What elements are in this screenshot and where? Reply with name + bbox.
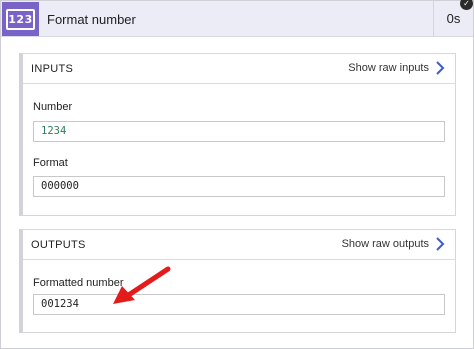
number-label: Number (33, 101, 73, 113)
annotation-arrow-icon (113, 266, 171, 304)
formatted-number-label: Formatted number (33, 277, 124, 289)
formatted-number-value: 001234 (33, 294, 445, 315)
outputs-title: OUTPUTS (31, 239, 86, 251)
chevron-right-icon (436, 61, 445, 75)
show-raw-inputs-label: Show raw inputs (348, 62, 429, 74)
format-value: 000000 (33, 176, 445, 197)
outputs-header: OUTPUTS Show raw outputs (23, 230, 455, 260)
inputs-section: INPUTS Show raw inputs Number 1234 Forma… (19, 53, 456, 216)
show-raw-inputs-link[interactable]: Show raw inputs (348, 61, 445, 75)
show-raw-outputs-label: Show raw outputs (341, 238, 429, 250)
chevron-right-icon (436, 237, 445, 251)
inputs-title: INPUTS (31, 63, 74, 75)
action-card: 123 Format number 0s ✓ INPUTS Show raw i… (0, 0, 474, 349)
number-value: 1234 (33, 121, 445, 142)
action-header[interactable]: 123 Format number 0s (1, 1, 473, 37)
icon-text: 123 (6, 8, 35, 30)
format-number-icon: 123 (2, 2, 39, 36)
show-raw-outputs-link[interactable]: Show raw outputs (342, 237, 445, 251)
inputs-header: INPUTS Show raw inputs (23, 54, 455, 84)
format-label: Format (33, 157, 68, 169)
action-title: Format number (47, 12, 136, 27)
outputs-section: OUTPUTS Show raw outputs Formatted numbe… (19, 229, 456, 333)
